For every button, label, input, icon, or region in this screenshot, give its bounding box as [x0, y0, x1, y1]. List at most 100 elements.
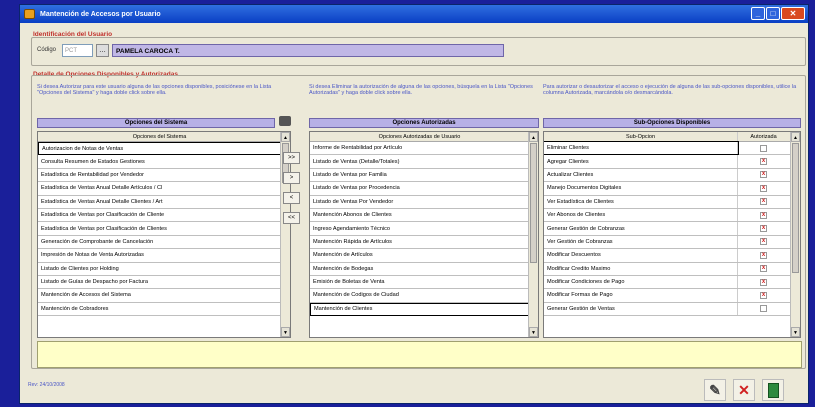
list-item[interactable]: Generación de Comprobante de Cancelación	[38, 236, 281, 250]
close-window-button[interactable]: ✕	[781, 7, 805, 20]
list-item[interactable]: Mantención de Artículos	[310, 249, 529, 263]
lookup-user-button[interactable]: …	[96, 44, 109, 57]
autorizada-checkbox[interactable]: x	[760, 291, 767, 299]
scroll-up-icon[interactable]: ▲	[791, 132, 800, 142]
subopcion-name: Modificar Credito Maximo	[544, 262, 738, 275]
subopcion-name: Modificar Condiciones de Pago	[544, 275, 738, 289]
table-row[interactable]: Ver Gestión de Cobranzas x	[544, 235, 791, 250]
autorizada-cell: x	[738, 289, 789, 301]
list-item[interactable]: Ingreso Agendamiento Técnico	[310, 222, 529, 236]
autorizada-checkbox[interactable]	[760, 305, 767, 313]
autorizada-checkbox[interactable]: x	[760, 251, 767, 259]
list-item[interactable]: Listado de Guías de Despacho por Factura	[38, 276, 281, 290]
list-item[interactable]: Consulta Resumen de Estados Gestiones	[38, 155, 281, 169]
list-item[interactable]: Listado de Ventas Por Vendedor	[310, 196, 529, 209]
subopcion-name: Eliminar Clientes	[544, 140, 739, 156]
autorizada-cell: x	[738, 155, 789, 167]
table-row[interactable]: Actualizar Clientes x	[544, 168, 791, 183]
cancel-button[interactable]: ✕	[733, 379, 755, 401]
table-row[interactable]: Generar Gestión de Cobranzas x	[544, 222, 791, 236]
main-window: Mantención de Accesos por Usuario _ □ ✕ …	[19, 4, 809, 404]
list-item[interactable]: Mantención de Bodegas	[310, 263, 529, 276]
exit-button[interactable]	[762, 379, 784, 401]
scroll-thumb[interactable]	[530, 143, 537, 263]
scroll-up-icon[interactable]: ▲	[529, 132, 538, 142]
edit-button[interactable]: ✎	[704, 379, 726, 401]
scroll-down-icon[interactable]: ▼	[281, 327, 290, 337]
list-item[interactable]: Emisión de Boletas de Venta	[310, 276, 529, 290]
autorizada-checkbox[interactable]: x	[760, 211, 767, 219]
scroll-thumb[interactable]	[792, 143, 799, 273]
autorizada-cell: x	[738, 169, 789, 181]
table-row[interactable]: Modificar Formas de Pago x	[544, 289, 791, 303]
list-item[interactable]: Estadística de Rentabilidad por Vendedor	[38, 169, 281, 183]
list-item[interactable]: Estadística de Ventas Anual Detalle Artí…	[38, 182, 281, 196]
autorizada-cell	[738, 303, 789, 315]
list-item[interactable]: Autorizacion de Notas de Ventas	[38, 142, 281, 156]
list-item[interactable]: Listado de Ventas por Procedencia	[310, 182, 529, 196]
list-item[interactable]: Listado de Clientes por Holding	[38, 263, 281, 276]
printer-icon[interactable]	[279, 116, 291, 126]
table-row[interactable]: Ver Abonos de Clientes x	[544, 208, 791, 223]
autorizada-column-header: Autorizada	[750, 133, 777, 140]
table-row[interactable]: Manejo Documentos Digitales x	[544, 182, 791, 196]
add-button[interactable]: >	[283, 172, 300, 184]
list-item[interactable]: Mantención Abonos de Clientes	[310, 209, 529, 223]
table-row[interactable]: Agregar Clientes x	[544, 155, 791, 169]
minimize-button[interactable]: _	[751, 7, 765, 20]
subopcion-name: Modificar Formas de Pago	[544, 289, 738, 302]
table-row[interactable]: Ver Estadística de Clientes x	[544, 195, 791, 209]
list-item[interactable]: Impresión de Notas de Venta Autorizadas	[38, 249, 281, 263]
table-row[interactable]: Modificar Descuentos x	[544, 249, 791, 263]
sistema-instructions: Si desea Autorizar para este usuario alg…	[37, 84, 272, 96]
list-item[interactable]: Mantención Rápida de Artículos	[310, 236, 529, 250]
list-item[interactable]: Listado de Ventas (Detalle/Totales)	[310, 155, 529, 169]
subopcion-name: Ver Gestión de Cobranzas	[544, 235, 738, 249]
scroll-down-icon[interactable]: ▼	[529, 327, 538, 337]
table-row[interactable]: Modificar Condiciones de Pago x	[544, 275, 791, 290]
subopcion-name: Agregar Clientes	[544, 155, 738, 168]
autorizada-checkbox[interactable]: x	[760, 158, 767, 166]
maximize-button[interactable]: □	[766, 7, 780, 20]
list-item[interactable]: Estadística de Ventas Anual Detalle Clie…	[38, 196, 281, 209]
table-row[interactable]: Eliminar Clientes	[544, 140, 791, 156]
codigo-field[interactable]: PCT	[62, 44, 93, 57]
remove-button[interactable]: <	[283, 192, 300, 204]
subopciones-header: Sub-Opciones Disponibles	[543, 118, 801, 128]
notes-area[interactable]	[37, 341, 802, 368]
autorizadas-scrollbar[interactable]: ▲ ▼	[528, 132, 538, 337]
autorizada-cell: x	[738, 236, 789, 248]
autorizada-cell: x	[738, 249, 789, 261]
autorizada-checkbox[interactable]: x	[760, 278, 767, 286]
user-name-field: PAMELA CAROCA T.	[112, 44, 504, 57]
autorizada-checkbox[interactable]: x	[760, 225, 767, 233]
list-item[interactable]: Informe de Rentabilidad por Artículo	[310, 142, 529, 156]
list-item[interactable]: Mantención de Accesos del Sistema	[38, 289, 281, 303]
list-item[interactable]: Mantención de Clientes	[310, 302, 529, 317]
list-item[interactable]: Estadística de Ventas por Clasificación …	[38, 222, 281, 236]
autorizadas-list[interactable]: Opciones Autorizadas de Usuario Informe …	[309, 131, 539, 338]
list-item[interactable]: Mantención de Cobradores	[38, 303, 281, 317]
remove-all-button[interactable]: <<	[283, 212, 300, 224]
scroll-down-icon[interactable]: ▼	[791, 327, 800, 337]
list-item[interactable]: Listado de Ventas por Familia	[310, 169, 529, 183]
window-title: Mantención de Accesos por Usuario	[40, 10, 161, 18]
table-row[interactable]: Modificar Credito Maximo x	[544, 262, 791, 276]
autorizada-checkbox[interactable]	[760, 144, 767, 152]
autorizada-checkbox[interactable]: x	[760, 198, 767, 206]
table-row[interactable]: Generar Gestión de Ventas	[544, 302, 791, 317]
subopciones-list[interactable]: Sub-Opcion Autorizada Eliminar Clientes A…	[543, 131, 801, 338]
subopciones-scrollbar[interactable]: ▲ ▼	[790, 132, 800, 337]
subopcion-name: Ver Estadística de Clientes	[544, 195, 738, 208]
sistema-list[interactable]: Opciones del Sistema Autorizacion de Not…	[37, 131, 291, 338]
add-all-button[interactable]: >>	[283, 152, 300, 164]
autorizada-checkbox[interactable]: x	[760, 184, 767, 192]
scroll-up-icon[interactable]: ▲	[281, 132, 290, 142]
title-bar[interactable]: Mantención de Accesos por Usuario _ □ ✕	[20, 5, 808, 23]
autorizada-checkbox[interactable]: x	[760, 265, 767, 273]
list-item[interactable]: Mantención de Codigos de Ciudad	[310, 289, 529, 303]
autorizada-checkbox[interactable]: x	[760, 238, 767, 246]
list-item[interactable]: Estadística de Ventas por Clasificación …	[38, 209, 281, 223]
subopcion-column-header: Sub-Opcion	[544, 132, 738, 141]
autorizada-checkbox[interactable]: x	[760, 171, 767, 179]
